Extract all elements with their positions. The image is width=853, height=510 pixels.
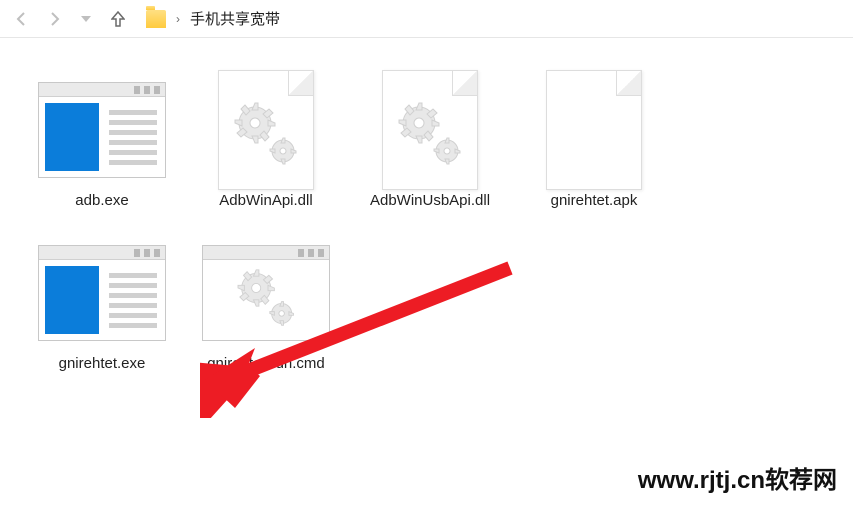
file-label: gnirehtet-run.cmd [184, 355, 348, 374]
exe-icon [37, 80, 167, 180]
file-item[interactable]: adb.exe [20, 80, 184, 211]
dll-icon [365, 80, 495, 180]
gear-icon [233, 101, 303, 167]
exe-icon [37, 243, 167, 343]
chevron-right-icon: › [176, 12, 180, 26]
content-pane: adb.exe AdbWinApi.dll [0, 38, 853, 424]
file-item[interactable]: gnirehtet-run.cmd [184, 243, 348, 374]
file-item[interactable]: AdbWinApi.dll [184, 80, 348, 211]
file-icon [529, 80, 659, 180]
file-label: gnirehtet.exe [20, 355, 184, 374]
file-label: AdbWinApi.dll [184, 192, 348, 211]
file-label: gnirehtet.apk [512, 192, 676, 211]
file-label: adb.exe [20, 192, 184, 211]
forward-button[interactable] [40, 5, 68, 33]
recent-button[interactable] [72, 5, 100, 33]
cmd-icon [201, 243, 331, 343]
file-item[interactable]: gnirehtet.exe [20, 243, 184, 374]
file-item[interactable]: AdbWinUsbApi.dll [348, 80, 512, 211]
folder-icon [146, 10, 166, 28]
nav-bar: › 手机共享宽带 [0, 0, 853, 38]
up-button[interactable] [104, 5, 132, 33]
watermark: www.rjtj.cn软荐网 [638, 460, 837, 495]
file-item[interactable]: gnirehtet.apk [512, 80, 676, 211]
back-button[interactable] [8, 5, 36, 33]
breadcrumb-label: 手机共享宽带 [190, 8, 280, 29]
breadcrumb[interactable]: › 手机共享宽带 [146, 8, 280, 29]
gear-icon [397, 101, 467, 167]
file-label: AdbWinUsbApi.dll [348, 192, 512, 211]
gear-icon [235, 268, 301, 328]
dll-icon [201, 80, 331, 180]
